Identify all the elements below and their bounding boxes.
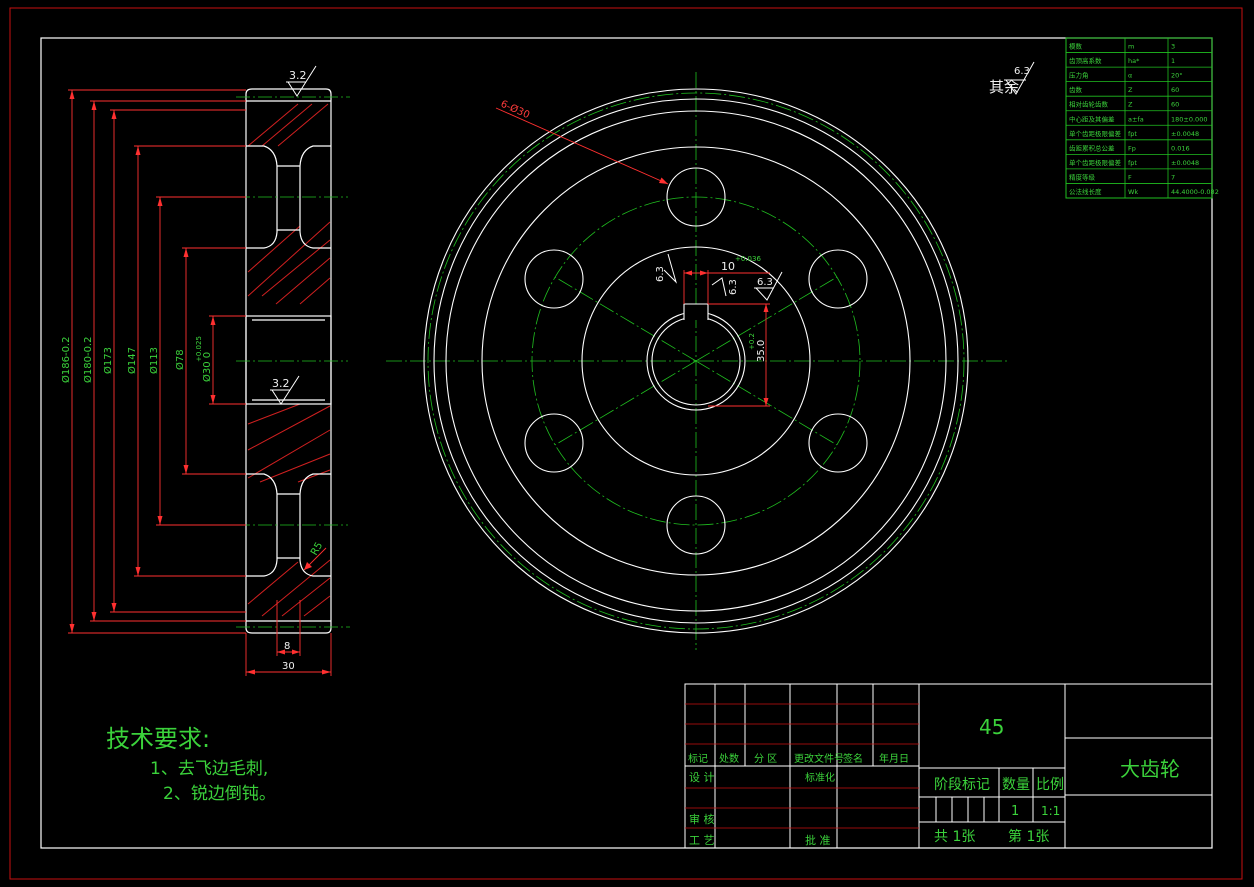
keyway-width: 10 <box>721 260 735 273</box>
gear-param-symbol: ha* <box>1128 57 1140 65</box>
header-change-doc: 更改文件号 <box>794 752 844 765</box>
side-centerlines <box>236 96 350 628</box>
gear-param-symbol: fpt <box>1128 159 1137 167</box>
gear-param-name: 齿数 <box>1069 85 1083 94</box>
gear-param-symbol: fpt <box>1128 130 1137 138</box>
drawing-canvas: 3.2 3.2 Ø186-0.2 Ø180-0.2 Ø173 Ø147 Ø113… <box>9 7 1243 880</box>
gear-param-name: 中心距及其偏差 <box>1069 114 1115 123</box>
gear-param-value: 60 <box>1171 86 1179 94</box>
process-label: 工 艺 <box>689 834 715 847</box>
stage-label: 阶段标记 <box>934 777 990 793</box>
sheet-no: 第 1张 <box>1008 828 1049 845</box>
roughness-keyway-bottom: 6.3 <box>757 277 773 288</box>
dim-d78: Ø78 <box>174 349 186 370</box>
gear-param-value: 7 <box>1171 173 1175 181</box>
keyway-depth-tolerance: +0.2 <box>748 333 756 350</box>
front-view: 6-Ø30 10 +0.036 35.0 +0.2 6.3 6.3 6.3 其余… <box>386 61 1035 650</box>
requirements-item-1: 1、去飞边毛刺, <box>150 759 268 779</box>
gear-param-value: 3 <box>1171 43 1175 51</box>
gear-param-name: 精度等级 <box>1069 172 1096 181</box>
dim-d113: Ø113 <box>148 347 160 374</box>
gear-param-name: 相对齿轮齿数 <box>1069 100 1109 109</box>
gear-param-symbol: Wk <box>1128 188 1138 196</box>
gear-param-symbol: Fp <box>1128 144 1136 152</box>
qty-label: 数量 <box>1002 777 1030 793</box>
gear-param-symbol: F <box>1128 173 1132 181</box>
roughness-side-top-value: 3.2 <box>289 69 307 82</box>
side-dimension-lines <box>68 89 332 676</box>
scale-label: 比例 <box>1036 777 1064 793</box>
gear-param-symbol: Z <box>1128 101 1133 109</box>
side-view: 3.2 3.2 Ø186-0.2 Ø180-0.2 Ø173 Ø147 Ø113… <box>60 65 350 676</box>
gear-param-name: 压力角 <box>1069 71 1089 80</box>
inner-frame <box>40 37 1213 849</box>
roughness-symbols-front <box>663 61 1035 301</box>
keyway-depth: 35.0 <box>756 340 767 362</box>
material: 45 <box>979 715 1004 739</box>
requirements-title: 技术要求: <box>106 725 210 753</box>
section-hatching <box>247 103 331 617</box>
header-mark: 标记 <box>688 753 708 765</box>
gear-param-symbol: Z <box>1128 86 1133 94</box>
gear-param-value: ±0.0048 <box>1171 159 1199 167</box>
gear-param-value: 60 <box>1171 101 1179 109</box>
gear-param-name: 齿顶高系数 <box>1069 56 1102 65</box>
header-zone: 分 区 <box>754 753 777 765</box>
roughness-other-value: 6.3 <box>1014 66 1030 77</box>
holes-label: 6-Ø30 <box>499 98 532 121</box>
technical-requirements: 技术要求: 1、去飞边毛刺, 2、锐边倒钝。 <box>106 725 276 804</box>
gear-param-value: 1 <box>1171 57 1175 65</box>
dim-r5: R5 <box>309 540 325 557</box>
roughness-side-bore-value: 3.2 <box>272 377 290 390</box>
side-arrowheads <box>69 90 331 675</box>
roughness-keyway-right: 6.3 <box>728 279 739 295</box>
approve-label: 批 准 <box>805 833 831 847</box>
dim-d30-tolerance: +0.025 <box>195 336 203 362</box>
gear-param-symbol: m <box>1128 43 1134 51</box>
header-count: 处数 <box>719 752 739 765</box>
requirements-item-2: 2、锐边倒钝。 <box>163 784 276 804</box>
front-centerlines <box>386 72 1010 650</box>
gear-param-name: 公法线长度 <box>1069 187 1102 196</box>
gear-param-value: ±0.0048 <box>1171 130 1199 138</box>
gear-param-value: 0.016 <box>1171 144 1190 152</box>
header-date: 年月日 <box>879 752 909 765</box>
keyway-width-tolerance: +0.036 <box>735 255 761 263</box>
dim-d147: Ø147 <box>126 347 138 374</box>
sheets-total: 共 1张 <box>934 829 975 845</box>
scale-value: 1:1 <box>1041 804 1060 818</box>
roughness-other-label: 其余 <box>989 78 1019 96</box>
review-label: 审 核 <box>689 812 715 826</box>
keyway <box>683 303 709 320</box>
gear-param-name: 单个齿距极限偏差 <box>1069 129 1122 138</box>
gear-param-name: 模数 <box>1069 42 1083 51</box>
header-signature: 签名 <box>843 752 863 765</box>
gear-param-symbol: a±fa <box>1128 115 1144 123</box>
dim-d180: Ø180-0.2 <box>82 337 94 383</box>
gear-param-name: 单个齿距极限偏差 <box>1069 158 1122 167</box>
gear-param-name: 齿距累积总公差 <box>1069 143 1115 152</box>
gear-param-value: 180±0.000 <box>1171 115 1207 123</box>
standardize-label: 标准化 <box>805 771 835 784</box>
gear-param-value: 44.4000-0.082 <box>1171 188 1219 196</box>
title-block: 45 大齿轮 标记 处数 分 区 更改文件号 签名 年月日 设 计 标准化 审 … <box>684 683 1213 849</box>
roughness-keyway-left: 6.3 <box>655 266 666 282</box>
qty-value: 1 <box>1011 804 1019 819</box>
gear-param-value: 20° <box>1171 72 1183 80</box>
dim-width-8: 8 <box>284 641 290 652</box>
gear-parameter-table: 模数 m 3 齿顶高系数 ha* 1 压力角 α 20° 齿数 Z 60 相对齿轮齿数 Z 60 中心距及其偏… <box>1065 37 1219 199</box>
dim-d173: Ø173 <box>102 347 114 374</box>
dim-width-30: 30 <box>282 661 295 672</box>
gear-param-symbol: α <box>1128 72 1132 80</box>
part-name: 大齿轮 <box>1120 757 1180 781</box>
design-label: 设 计 <box>689 771 715 784</box>
dim-d186: Ø186-0.2 <box>60 337 72 383</box>
lightening-hole-lower-left <box>524 413 584 473</box>
